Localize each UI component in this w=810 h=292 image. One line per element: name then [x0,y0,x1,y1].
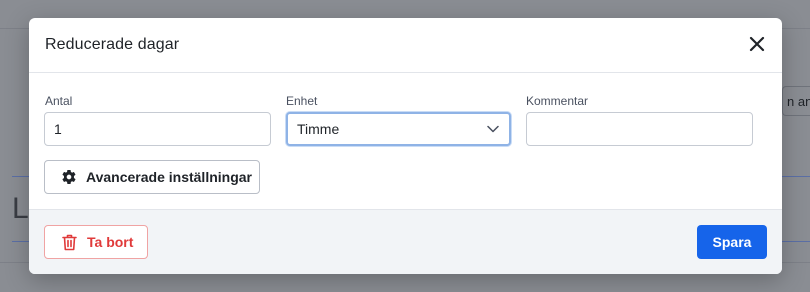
background-heading: L [12,192,29,225]
close-button[interactable] [746,33,768,55]
dialog-title: Reducerade dagar [45,36,180,53]
advanced-settings-button[interactable]: Avancerade inställningar [44,160,260,194]
chevron-down-icon [487,125,499,133]
reduced-days-dialog: Reducerade dagar Antal 1 Enhet Timme Kom… [29,18,782,274]
gear-icon [62,169,76,184]
enhet-selected-value: Timme [297,121,340,137]
save-button[interactable]: Spara [697,225,767,259]
antal-input[interactable]: 1 [44,112,271,146]
kommentar-label: Kommentar [526,94,589,108]
dialog-footer: Ta bort Spara [29,209,782,274]
background-tab-label: n ans [787,94,810,109]
enhet-select[interactable]: Timme [286,112,511,146]
dialog-header: Reducerade dagar [29,18,782,73]
close-icon [749,36,765,52]
antal-label: Antal [45,94,73,108]
enhet-label: Enhet [286,94,318,108]
trash-icon [62,234,77,250]
kommentar-input[interactable] [526,112,753,146]
delete-button[interactable]: Ta bort [44,225,148,259]
delete-label: Ta bort [87,234,134,250]
advanced-settings-label: Avancerade inställningar [86,169,252,185]
